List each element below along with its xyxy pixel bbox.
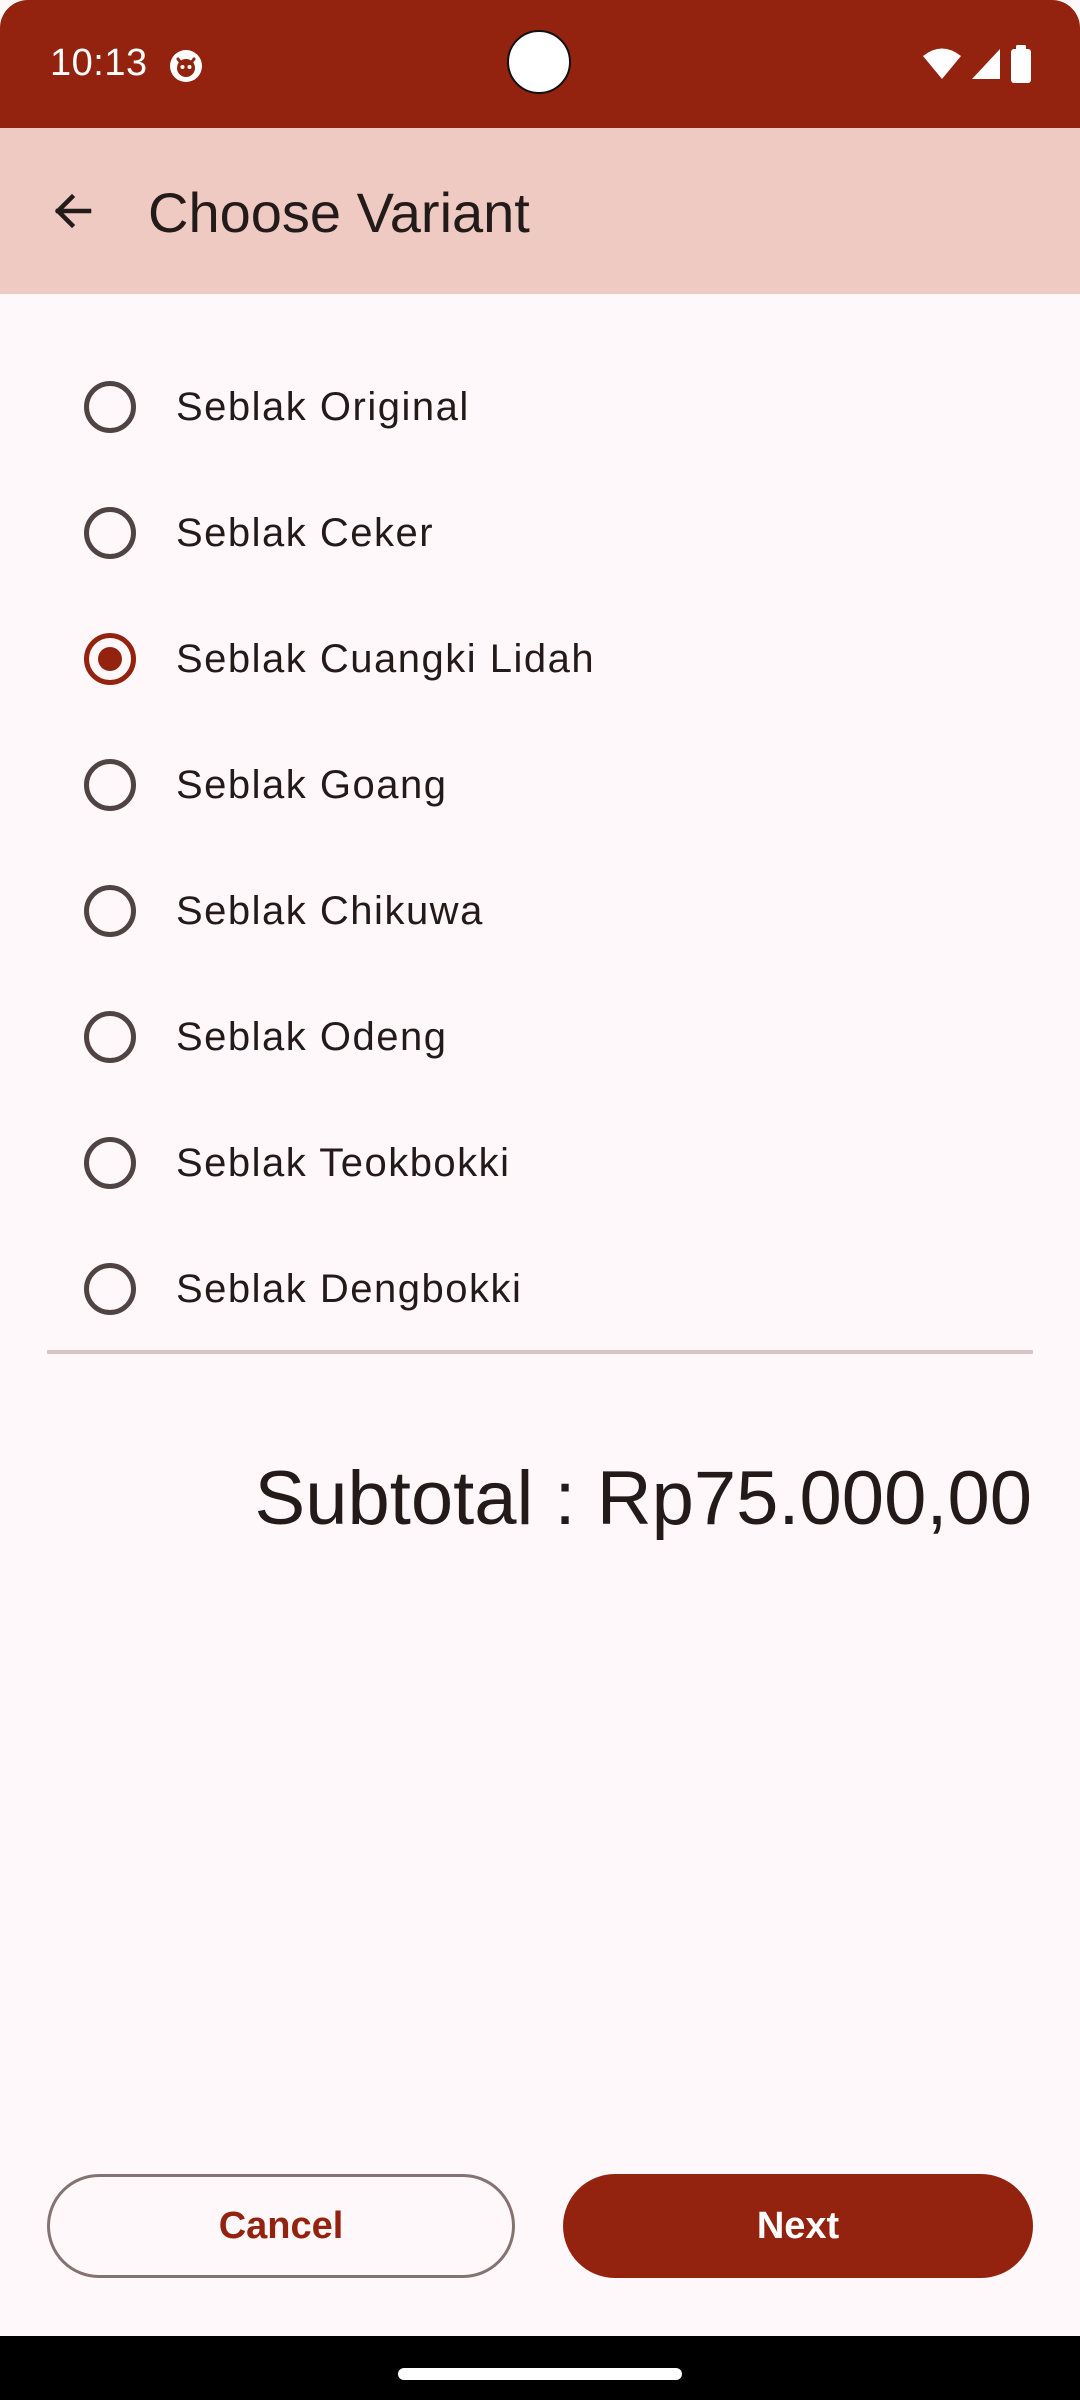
home-gesture-handle[interactable] xyxy=(398,2368,682,2380)
radio-button[interactable] xyxy=(84,633,136,685)
variant-option[interactable]: Seblak Cuangki Lidah xyxy=(0,596,1080,722)
variant-label: Seblak Original xyxy=(176,384,470,429)
variant-option[interactable]: Seblak Ceker xyxy=(0,470,1080,596)
variant-label: Seblak Teokbokki xyxy=(176,1140,511,1185)
navigation-bar xyxy=(0,2336,1080,2400)
variant-label: Seblak Dengbokki xyxy=(176,1266,523,1311)
variant-label: Seblak Goang xyxy=(176,762,448,807)
subtotal-text: Subtotal : Rp75.000,00 xyxy=(254,1456,1032,1541)
variant-radio-group: Seblak Original Seblak Ceker Seblak Cuan… xyxy=(0,344,1080,1352)
radio-button[interactable] xyxy=(84,1011,136,1063)
status-icons xyxy=(922,44,1032,84)
camera-cutout xyxy=(507,30,571,94)
variant-option[interactable]: Seblak Original xyxy=(0,344,1080,470)
variant-label: Seblak Cuangki Lidah xyxy=(176,636,596,681)
variant-label: Seblak Chikuwa xyxy=(176,888,484,933)
radio-button[interactable] xyxy=(84,759,136,811)
variant-option[interactable]: Seblak Odeng xyxy=(0,974,1080,1100)
radio-button[interactable] xyxy=(84,507,136,559)
back-button[interactable] xyxy=(28,166,118,256)
divider xyxy=(47,1350,1033,1354)
radio-button[interactable] xyxy=(84,1263,136,1315)
variant-label: Seblak Odeng xyxy=(176,1014,448,1059)
variant-option[interactable]: Seblak Teokbokki xyxy=(0,1100,1080,1226)
signal-icon xyxy=(972,49,1000,79)
cancel-button[interactable]: Cancel xyxy=(47,2174,515,2278)
battery-icon xyxy=(1011,45,1031,83)
page-title: Choose Variant xyxy=(148,181,530,244)
arrow-back-icon xyxy=(54,193,92,229)
status-bar: 10:13 xyxy=(0,0,1080,128)
next-button[interactable]: Next xyxy=(563,2174,1033,2278)
status-time: 10:13 xyxy=(50,42,148,84)
wifi-icon xyxy=(923,48,961,79)
variant-option[interactable]: Seblak Goang xyxy=(0,722,1080,848)
radio-button[interactable] xyxy=(84,1137,136,1189)
app-bar: Choose Variant xyxy=(0,128,1080,294)
radio-button[interactable] xyxy=(84,381,136,433)
app-notification-icon xyxy=(170,50,202,82)
radio-button[interactable] xyxy=(84,885,136,937)
variant-option[interactable]: Seblak Dengbokki xyxy=(0,1226,1080,1352)
variant-label: Seblak Ceker xyxy=(176,510,435,555)
variant-option[interactable]: Seblak Chikuwa xyxy=(0,848,1080,974)
